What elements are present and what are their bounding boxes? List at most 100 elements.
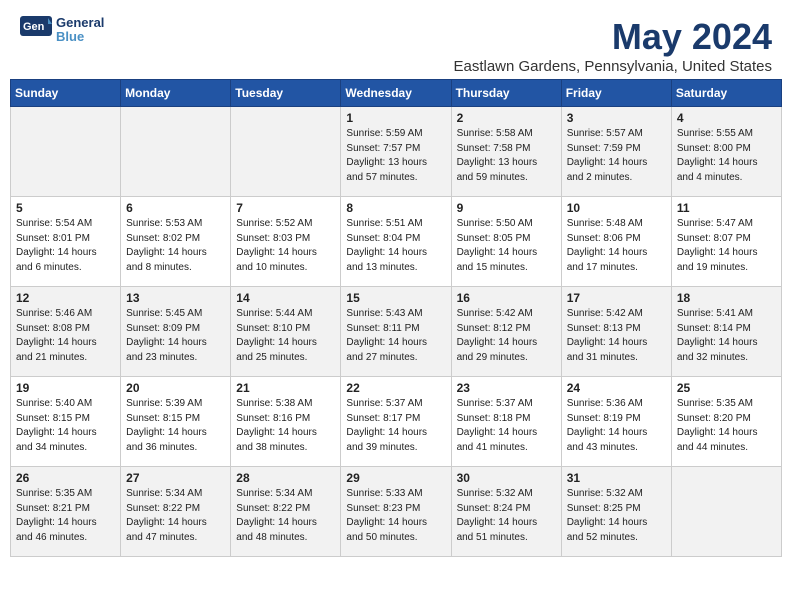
day-info: Sunrise: 5:36 AM Sunset: 8:19 PM Dayligh…: [567, 397, 666, 455]
month-title: May 2024: [453, 16, 772, 58]
day-number: 13: [126, 291, 225, 305]
header-friday: Friday: [561, 80, 671, 107]
day-info: Sunrise: 5:48 AM Sunset: 8:06 PM Dayligh…: [567, 217, 666, 275]
table-row: 9Sunrise: 5:50 AM Sunset: 8:05 PM Daylig…: [451, 197, 561, 287]
table-row: 28Sunrise: 5:34 AM Sunset: 8:22 PM Dayli…: [231, 467, 341, 557]
day-number: 30: [457, 471, 556, 485]
table-row: 4 Sunrise: 5:55 AM Sunset: 8:00 PM Daylig…: [671, 107, 781, 197]
table-row: 29 Sunrise: 5:33 AM Sunset: 8:23 PM Dayli…: [341, 467, 451, 557]
day-info: Sunrise: 5:32 AM Sunset: 8:25 PM Dayligh…: [567, 487, 666, 545]
day-number: 24: [567, 381, 666, 395]
day-info: Sunrise: 5:34 AM Sunset: 8:22 PM Dayligh…: [236, 487, 335, 545]
svg-text:Gen: Gen: [23, 21, 45, 33]
table-row: 10 Sunrise: 5:48 AM Sunset: 8:06 PM Dayli…: [561, 197, 671, 287]
day-number: 21: [236, 381, 335, 395]
calendar-container: Sunday Monday Tuesday Wednesday Thursday…: [0, 79, 792, 567]
day-number: 29: [346, 471, 445, 485]
day-number: 15: [346, 291, 445, 305]
table-row: [121, 107, 231, 197]
day-number: 3: [567, 111, 666, 125]
day-number: 31: [567, 471, 666, 485]
table-row: 15 Sunrise: 5:43 AM Sunset: 8:11 PM Dayli…: [341, 287, 451, 377]
day-number: 18: [677, 291, 776, 305]
day-info: Sunrise: 5:39 AM Sunset: 8:15 PM Dayligh…: [126, 397, 225, 455]
logo-text-2: Blue: [56, 30, 104, 44]
table-row: 6Sunrise: 5:53 AM Sunset: 8:02 PM Daylig…: [121, 197, 231, 287]
day-number: 23: [457, 381, 556, 395]
table-row: 13 Sunrise: 5:45 AM Sunset: 8:09 PM Dayli…: [121, 287, 231, 377]
day-info: Sunrise: 5:38 AM Sunset: 8:16 PM Dayligh…: [236, 397, 335, 455]
day-number: 22: [346, 381, 445, 395]
location-title: Eastlawn Gardens, Pennsylvania, United S…: [453, 58, 772, 75]
day-number: 14: [236, 291, 335, 305]
day-number: 16: [457, 291, 556, 305]
day-info: Sunrise: 5:57 AM Sunset: 7:59 PM Dayligh…: [567, 127, 666, 185]
table-row: 1 Sunrise: 5:59 AM Sunset: 7:57 PM Daylig…: [341, 107, 451, 197]
header-wednesday: Wednesday: [341, 80, 451, 107]
day-number: 4: [677, 111, 776, 125]
header-thursday: Thursday: [451, 80, 561, 107]
logo-text-1: General: [56, 16, 104, 30]
day-number: 1: [346, 111, 445, 125]
day-number: 6: [126, 201, 225, 215]
table-row: 23 Sunrise: 5:37 AM Sunset: 8:18 PM Dayli…: [451, 377, 561, 467]
header-sunday: Sunday: [11, 80, 121, 107]
day-info: Sunrise: 5:59 AM Sunset: 7:57 PM Dayligh…: [346, 127, 445, 185]
table-row: 16 Sunrise: 5:42 AM Sunset: 8:12 PM Dayli…: [451, 287, 561, 377]
day-info: Sunrise: 5:42 AM Sunset: 8:12 PM Dayligh…: [457, 307, 556, 365]
table-row: 14Sunrise: 5:44 AM Sunset: 8:10 PM Dayli…: [231, 287, 341, 377]
day-info: Sunrise: 5:35 AM Sunset: 8:20 PM Dayligh…: [677, 397, 776, 455]
day-info: Sunrise: 5:35 AM Sunset: 8:21 PM Dayligh…: [16, 487, 115, 545]
table-row: 18Sunrise: 5:41 AM Sunset: 8:14 PM Dayli…: [671, 287, 781, 377]
day-number: 27: [126, 471, 225, 485]
day-number: 5: [16, 201, 115, 215]
table-row: 20 Sunrise: 5:39 AM Sunset: 8:15 PM Dayli…: [121, 377, 231, 467]
day-number: 2: [457, 111, 556, 125]
day-number: 11: [677, 201, 776, 215]
day-number: 7: [236, 201, 335, 215]
table-row: [11, 107, 121, 197]
header-tuesday: Tuesday: [231, 80, 341, 107]
day-info: Sunrise: 5:40 AM Sunset: 8:15 PM Dayligh…: [16, 397, 115, 455]
day-info: Sunrise: 5:52 AM Sunset: 8:03 PM Dayligh…: [236, 217, 335, 275]
day-number: 9: [457, 201, 556, 215]
table-row: 8Sunrise: 5:51 AM Sunset: 8:04 PM Daylig…: [341, 197, 451, 287]
day-number: 10: [567, 201, 666, 215]
day-info: Sunrise: 5:58 AM Sunset: 7:58 PM Dayligh…: [457, 127, 556, 185]
day-info: Sunrise: 5:43 AM Sunset: 8:11 PM Dayligh…: [346, 307, 445, 365]
day-info: Sunrise: 5:33 AM Sunset: 8:23 PM Dayligh…: [346, 487, 445, 545]
table-row: 30 Sunrise: 5:32 AM Sunset: 8:24 PM Dayli…: [451, 467, 561, 557]
table-row: 21 Sunrise: 5:38 AM Sunset: 8:16 PM Dayli…: [231, 377, 341, 467]
day-info: Sunrise: 5:55 AM Sunset: 8:00 PM Dayligh…: [677, 127, 776, 185]
table-row: 31 Sunrise: 5:32 AM Sunset: 8:25 PM Dayli…: [561, 467, 671, 557]
calendar-header: Sunday Monday Tuesday Wednesday Thursday…: [11, 80, 782, 107]
day-info: Sunrise: 5:45 AM Sunset: 8:09 PM Dayligh…: [126, 307, 225, 365]
day-info: Sunrise: 5:32 AM Sunset: 8:24 PM Dayligh…: [457, 487, 556, 545]
table-row: [671, 467, 781, 557]
calendar-body: 1 Sunrise: 5:59 AM Sunset: 7:57 PM Daylig…: [11, 107, 782, 557]
table-row: 11Sunrise: 5:47 AM Sunset: 8:07 PM Dayli…: [671, 197, 781, 287]
table-row: 2 Sunrise: 5:58 AM Sunset: 7:58 PM Daylig…: [451, 107, 561, 197]
table-row: 5 Sunrise: 5:54 AM Sunset: 8:01 PM Daylig…: [11, 197, 121, 287]
table-row: 7 Sunrise: 5:52 AM Sunset: 8:03 PM Daylig…: [231, 197, 341, 287]
day-number: 25: [677, 381, 776, 395]
table-row: 19Sunrise: 5:40 AM Sunset: 8:15 PM Dayli…: [11, 377, 121, 467]
day-info: Sunrise: 5:42 AM Sunset: 8:13 PM Dayligh…: [567, 307, 666, 365]
table-row: 12Sunrise: 5:46 AM Sunset: 8:08 PM Dayli…: [11, 287, 121, 377]
title-block: May 2024 Eastlawn Gardens, Pennsylvania,…: [453, 16, 772, 75]
table-row: 25 Sunrise: 5:35 AM Sunset: 8:20 PM Dayli…: [671, 377, 781, 467]
day-info: Sunrise: 5:34 AM Sunset: 8:22 PM Dayligh…: [126, 487, 225, 545]
table-row: [231, 107, 341, 197]
day-number: 26: [16, 471, 115, 485]
header-monday: Monday: [121, 80, 231, 107]
table-row: 24 Sunrise: 5:36 AM Sunset: 8:19 PM Dayli…: [561, 377, 671, 467]
day-number: 8: [346, 201, 445, 215]
table-row: 22 Sunrise: 5:37 AM Sunset: 8:17 PM Dayli…: [341, 377, 451, 467]
day-number: 20: [126, 381, 225, 395]
day-info: Sunrise: 5:54 AM Sunset: 8:01 PM Dayligh…: [16, 217, 115, 275]
calendar-table: Sunday Monday Tuesday Wednesday Thursday…: [10, 79, 782, 557]
day-info: Sunrise: 5:37 AM Sunset: 8:18 PM Dayligh…: [457, 397, 556, 455]
day-info: Sunrise: 5:37 AM Sunset: 8:17 PM Dayligh…: [346, 397, 445, 455]
table-row: 3 Sunrise: 5:57 AM Sunset: 7:59 PM Daylig…: [561, 107, 671, 197]
day-number: 17: [567, 291, 666, 305]
